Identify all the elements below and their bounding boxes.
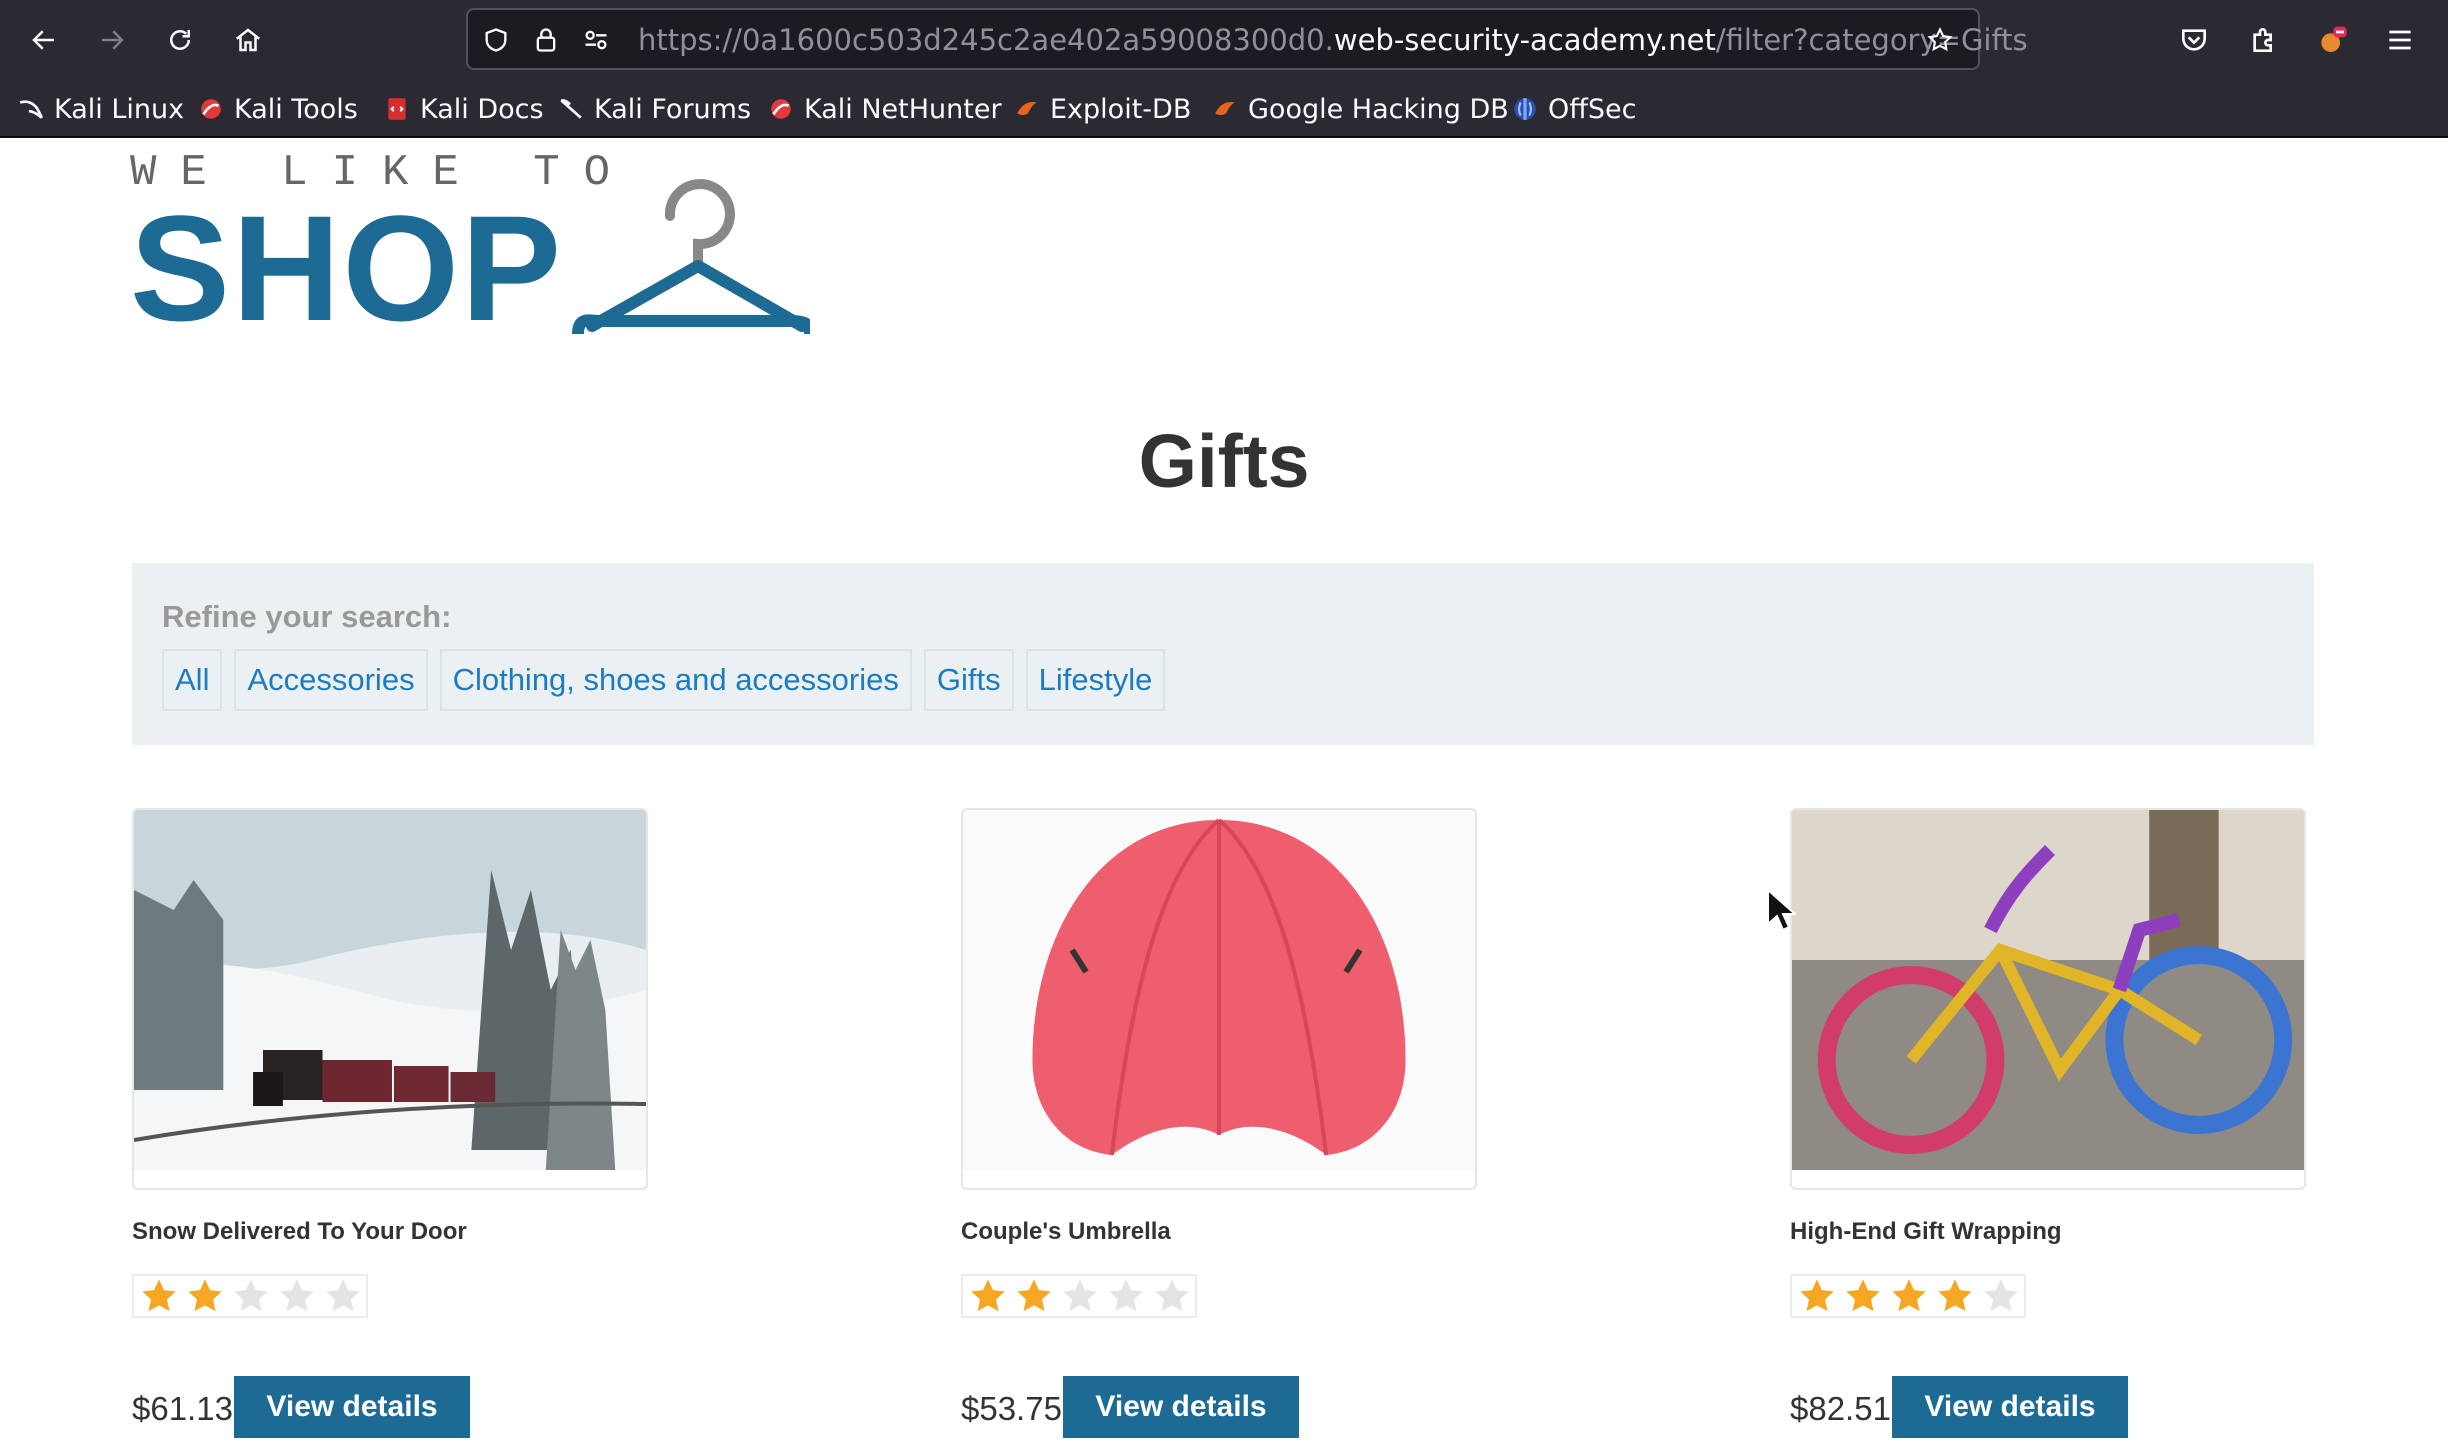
product-name[interactable]: High-End Gift Wrapping bbox=[1790, 1218, 2062, 1246]
shield-icon[interactable] bbox=[480, 24, 512, 56]
kali-forums-icon bbox=[558, 96, 584, 122]
url-path: /filter?category=Gifts bbox=[1715, 23, 2028, 57]
bookmark-kali-tools[interactable]: Kali Tools bbox=[198, 88, 358, 130]
star-filled-icon bbox=[136, 1276, 182, 1316]
arrow-right-icon bbox=[102, 30, 124, 50]
bookmark-label: Kali Docs bbox=[420, 93, 544, 125]
product-image[interactable] bbox=[132, 808, 648, 1190]
bookmark-kali-linux[interactable]: Kali Linux bbox=[18, 88, 184, 130]
filter-clothing[interactable]: Clothing, shoes and accessories bbox=[439, 649, 912, 711]
star-empty-icon bbox=[1149, 1276, 1195, 1316]
product-price: $82.51 bbox=[1790, 1390, 1891, 1427]
reload-button[interactable] bbox=[154, 14, 206, 66]
star-empty-icon bbox=[1057, 1276, 1103, 1316]
extensions-button[interactable] bbox=[2238, 14, 2290, 66]
knitted-bicycle-image bbox=[1792, 810, 2304, 1170]
mouse-cursor-icon bbox=[1767, 888, 1796, 932]
star-filled-icon bbox=[965, 1276, 1011, 1316]
filter-gifts[interactable]: Gifts bbox=[923, 649, 1014, 711]
star-rating bbox=[1790, 1274, 2026, 1318]
pocket-icon bbox=[2182, 29, 2206, 51]
product-image[interactable] bbox=[961, 808, 1477, 1190]
menu-button[interactable] bbox=[2374, 14, 2426, 66]
bookmark-label: Kali Linux bbox=[54, 93, 185, 125]
back-button[interactable] bbox=[18, 14, 70, 66]
browser-chrome: https://0a1600c503d245c2ae402a59008300d0… bbox=[0, 0, 2448, 138]
snow-train-image bbox=[134, 810, 646, 1170]
product-name[interactable]: Snow Delivered To Your Door bbox=[132, 1218, 467, 1246]
hanger-icon bbox=[572, 179, 810, 335]
logo-wordmark: SHOP bbox=[130, 184, 564, 352]
star-empty-icon bbox=[320, 1276, 366, 1316]
page-title: Gifts bbox=[1138, 419, 1310, 503]
bookmark-label: OffSec bbox=[1548, 93, 1637, 125]
umbrella-image bbox=[963, 810, 1475, 1170]
bookmark-star-icon[interactable] bbox=[1924, 24, 1956, 56]
reload-icon bbox=[170, 30, 190, 50]
arrow-left-icon bbox=[32, 30, 54, 50]
star-filled-icon bbox=[182, 1276, 228, 1316]
view-details-button[interactable]: View details bbox=[234, 1376, 470, 1438]
pocket-button[interactable] bbox=[2168, 14, 2220, 66]
filter-panel: Refine your search: All Accessories Clot… bbox=[132, 563, 2314, 745]
shop-logo[interactable]: WE LIKE TO SHOP bbox=[130, 148, 810, 368]
kali-docs-icon bbox=[384, 96, 410, 122]
kali-tools-icon bbox=[198, 96, 224, 122]
page-content: WE LIKE TO SHOP Gifts Refine your search… bbox=[0, 138, 2448, 1444]
view-details-button[interactable]: View details bbox=[1063, 1376, 1299, 1438]
puzzle-icon bbox=[2253, 28, 2272, 52]
home-icon bbox=[235, 28, 261, 52]
bookmark-kali-docs[interactable]: Kali Docs bbox=[384, 88, 544, 130]
product-image[interactable] bbox=[1790, 808, 2306, 1190]
star-rating bbox=[961, 1274, 1197, 1318]
kali-dragon-icon bbox=[18, 96, 44, 122]
star-filled-icon bbox=[1932, 1276, 1978, 1316]
home-button[interactable] bbox=[222, 14, 274, 66]
profile-extension-button[interactable] bbox=[2306, 14, 2358, 66]
bookmark-label: Kali Tools bbox=[234, 93, 358, 125]
hamburger-menu-icon bbox=[2389, 30, 2411, 50]
star-empty-icon bbox=[274, 1276, 320, 1316]
bookmark-google-hacking-db[interactable]: Google Hacking DB bbox=[1212, 88, 1509, 130]
lock-icon[interactable] bbox=[530, 24, 562, 56]
star-empty-icon bbox=[228, 1276, 274, 1316]
star-filled-icon bbox=[1840, 1276, 1886, 1316]
category-filters: All Accessories Clothing, shoes and acce… bbox=[162, 649, 1166, 711]
star-filled-icon bbox=[1886, 1276, 1932, 1316]
exploit-db-icon bbox=[1014, 96, 1040, 122]
kali-nethunter-icon bbox=[768, 96, 794, 122]
offsec-icon bbox=[1512, 96, 1538, 122]
bookmark-label: Exploit-DB bbox=[1050, 93, 1192, 125]
fox-badge-icon bbox=[2321, 26, 2347, 52]
star-empty-icon bbox=[1103, 1276, 1149, 1316]
url-text: https://0a1600c503d245c2ae402a59008300d0… bbox=[638, 22, 2028, 58]
bookmark-offsec[interactable]: OffSec bbox=[1512, 88, 1636, 130]
url-prefix: https://0a1600c503d245c2ae402a59008300d0… bbox=[638, 23, 1334, 57]
permissions-icon[interactable] bbox=[580, 24, 612, 56]
bookmark-kali-nethunter[interactable]: Kali NetHunter bbox=[768, 88, 1002, 130]
bookmark-label: Kali Forums bbox=[594, 93, 752, 125]
ghdb-icon bbox=[1212, 96, 1238, 122]
filter-lifestyle[interactable]: Lifestyle bbox=[1025, 649, 1166, 711]
bookmark-exploit-db[interactable]: Exploit-DB bbox=[1014, 88, 1191, 130]
product-name[interactable]: Couple's Umbrella bbox=[961, 1218, 1171, 1246]
address-bar[interactable]: https://0a1600c503d245c2ae402a59008300d0… bbox=[466, 8, 2028, 70]
product-price: $61.13 bbox=[132, 1390, 233, 1427]
filter-accessories[interactable]: Accessories bbox=[234, 649, 428, 711]
bookmarks-toolbar: Kali Linux Kali Tools Kali Docs Kali For… bbox=[0, 84, 2448, 134]
bookmark-label: Kali NetHunter bbox=[804, 93, 1002, 125]
star-empty-icon bbox=[1978, 1276, 2024, 1316]
refine-label: Refine your search: bbox=[162, 599, 452, 634]
star-rating bbox=[132, 1274, 368, 1318]
browser-toolbar: https://0a1600c503d245c2ae402a59008300d0… bbox=[0, 0, 2448, 80]
forward-button[interactable] bbox=[86, 14, 138, 66]
bookmark-label: Google Hacking DB bbox=[1248, 93, 1509, 125]
url-host: web-security-academy.net bbox=[1333, 23, 1716, 57]
star-filled-icon bbox=[1011, 1276, 1057, 1316]
bookmark-kali-forums[interactable]: Kali Forums bbox=[558, 88, 751, 130]
star-filled-icon bbox=[1794, 1276, 1840, 1316]
view-details-button[interactable]: View details bbox=[1892, 1376, 2128, 1438]
filter-all[interactable]: All bbox=[162, 649, 223, 711]
product-price: $53.75 bbox=[961, 1390, 1062, 1427]
